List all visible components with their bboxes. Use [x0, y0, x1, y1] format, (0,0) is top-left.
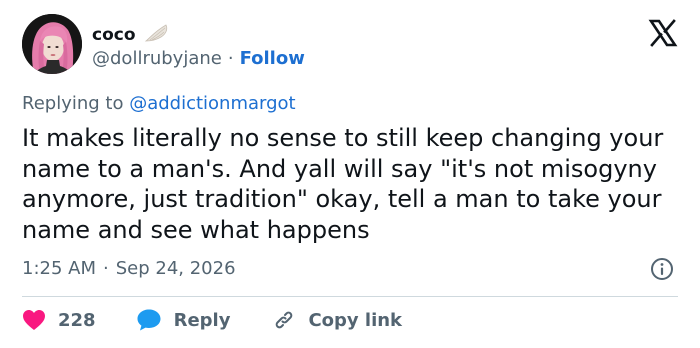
- user-handle[interactable]: @dollrubyjane: [92, 48, 222, 69]
- info-icon[interactable]: [650, 257, 674, 281]
- heart-icon: [22, 309, 46, 331]
- link-icon: [272, 308, 296, 332]
- copy-link-button[interactable]: Copy link: [260, 308, 402, 332]
- tweet-time[interactable]: 1:25 AM: [22, 258, 96, 279]
- avatar[interactable]: [22, 14, 82, 74]
- tweet-timestamp[interactable]: 1:25 AM · Sep 24, 2026: [22, 258, 236, 279]
- wings-icon: [144, 24, 170, 46]
- x-logo-icon[interactable]: [648, 18, 678, 48]
- copy-link-label: Copy link: [308, 309, 403, 331]
- name-row: coco: [92, 24, 170, 46]
- display-name[interactable]: coco: [92, 25, 136, 45]
- divider: [22, 296, 678, 297]
- tweet-card: coco @dollrubyjane · Follow Replying to …: [0, 0, 700, 348]
- replying-to: Replying to @addictionmargot: [22, 93, 296, 114]
- reply-label: Reply: [173, 309, 231, 331]
- replying-prefix: Replying to: [22, 93, 130, 114]
- handle-row: @dollrubyjane · Follow: [92, 48, 305, 69]
- tweet-date[interactable]: Sep 24, 2026: [116, 258, 236, 279]
- separator: ·: [227, 48, 234, 69]
- like-button[interactable]: 228: [22, 309, 96, 331]
- reply-button[interactable]: Reply: [124, 308, 231, 332]
- action-bar: 228 Reply Copy link: [22, 308, 402, 332]
- tweet-text: It makes literally no sense to still kee…: [22, 124, 664, 244]
- reply-mention-link[interactable]: @addictionmargot: [129, 93, 295, 114]
- follow-button[interactable]: Follow: [240, 48, 305, 69]
- reply-bubble-icon: [136, 308, 162, 332]
- separator: ·: [103, 258, 109, 279]
- like-count: 228: [58, 309, 96, 331]
